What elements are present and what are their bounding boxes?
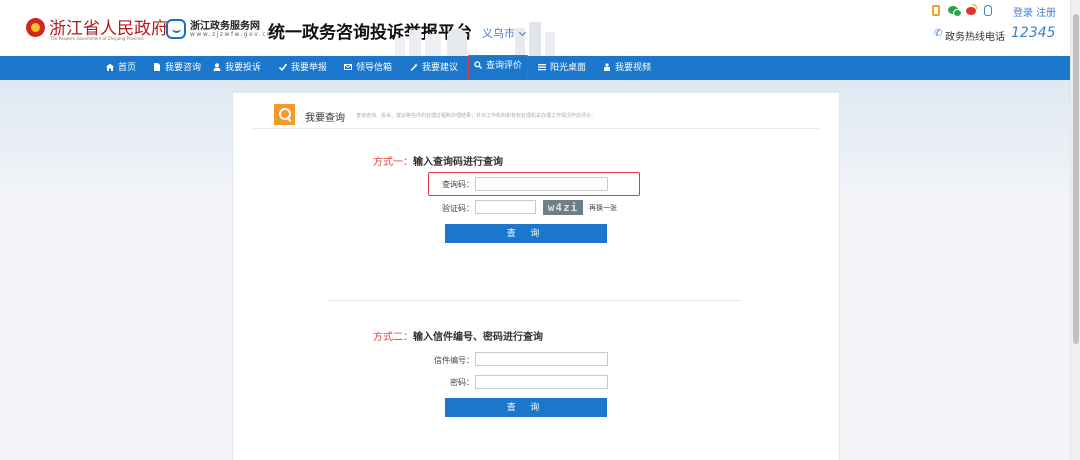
user-icon [213, 63, 221, 71]
method-two-text: 输入信件编号、密码进行查询 [413, 332, 543, 343]
method-one-text: 输入查询码进行查询 [413, 157, 503, 168]
hotline-label: 政务热线电话 [945, 32, 1005, 43]
chevron-down-icon [518, 28, 527, 37]
nav-item-complaint[interactable]: 我要投诉 [213, 56, 261, 80]
nav-item-consult[interactable]: 我要咨询 [153, 56, 201, 80]
hotline-number: 12345 [1011, 25, 1056, 41]
service-url: www.zjzwfw.gov.cn [190, 31, 273, 38]
search-icon [474, 61, 482, 69]
national-emblem-icon [26, 18, 45, 37]
qq-icon[interactable] [984, 5, 992, 16]
page-scrollbar[interactable] [1070, 0, 1080, 460]
city-selector[interactable]: 义乌市 [482, 25, 527, 41]
service-name[interactable]: 浙江政务服务网 [190, 17, 260, 32]
home-icon [106, 63, 114, 71]
gov-subtitle: The People's Government of Zhejiang Prov… [50, 36, 144, 41]
refresh-captcha-link[interactable]: 再换一张 [589, 203, 617, 213]
phone-icon: ✆ [934, 28, 943, 39]
skyline-decoration [395, 22, 555, 56]
method-two-label: 方式二： [373, 332, 413, 343]
nav-item-mailbox[interactable]: 领导信箱 [344, 56, 392, 80]
method-two-heading: 方式二：输入信件编号、密码进行查询 [373, 328, 543, 343]
nav-item-sunshine[interactable]: 阳光桌面 [538, 56, 586, 80]
method-one-label: 方式一： [373, 157, 413, 168]
letter-number-input[interactable] [475, 352, 608, 366]
scrollbar-thumb[interactable] [1073, 14, 1079, 344]
card-title: 我要查询 [305, 113, 345, 124]
login-link[interactable]: 登录 [1013, 4, 1033, 19]
mobile-icon[interactable] [932, 5, 940, 16]
search-icon [274, 104, 295, 125]
zjzwfw-logo-icon[interactable] [166, 19, 186, 39]
password-input[interactable] [475, 375, 608, 389]
captcha-label: 验证码： [442, 204, 474, 213]
captcha-input[interactable] [475, 200, 536, 214]
site-header: 浙江省人民政府 The People's Government of Zheji… [0, 0, 1070, 56]
wechat-icon[interactable] [948, 6, 962, 17]
query-code-highlight [428, 172, 640, 196]
section-divider [328, 300, 742, 301]
password-label: 密码： [450, 378, 474, 387]
query-button-one[interactable]: 查 询 [445, 224, 607, 243]
letter-number-label: 信件编号： [434, 356, 474, 365]
query-button-two[interactable]: 查 询 [445, 398, 607, 417]
document-icon [154, 63, 160, 71]
weibo-icon[interactable] [966, 4, 977, 15]
main-nav: 首页 我要咨询 我要投诉 我要举报 领导信箱 我要建议 查询评价 阳光桌面 我要… [0, 55, 1070, 87]
captcha-image[interactable]: w4zi [543, 200, 583, 215]
nav-item-suggestion[interactable]: 我要建议 [410, 56, 458, 80]
register-link[interactable]: 注册 [1036, 4, 1056, 19]
nav-item-home[interactable]: 首页 [106, 56, 136, 80]
mail-icon [344, 64, 352, 70]
wand-icon [410, 63, 418, 71]
nav-item-report[interactable]: 我要举报 [279, 56, 327, 80]
card-description: 查询咨询、投诉、建议等信件的处理过程和办理结果，并对工作机构和有权处理机关办理工… [356, 113, 597, 119]
method-one-heading: 方式一：输入查询码进行查询 [373, 153, 503, 168]
check-icon [279, 63, 287, 71]
list-icon [538, 64, 546, 71]
nav-item-video[interactable]: 我要视频 [603, 56, 651, 80]
video-icon [604, 63, 610, 71]
